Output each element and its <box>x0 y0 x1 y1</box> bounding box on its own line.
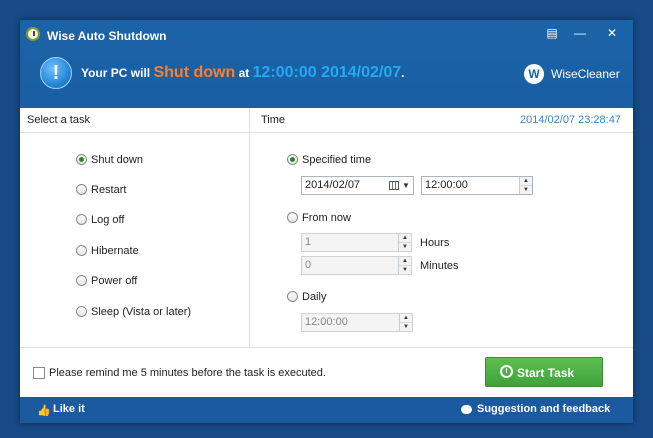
spin-up-icon[interactable]: ▲ <box>399 257 411 265</box>
remind-label[interactable]: Please remind me 5 minutes before the ta… <box>49 367 326 379</box>
radio-power-off[interactable] <box>76 275 87 286</box>
task-label-sleep[interactable]: Sleep (Vista or later) <box>91 306 191 318</box>
from-now-label[interactable]: From now <box>302 212 351 224</box>
hours-input[interactable]: 1 ▲ ▼ <box>301 233 412 252</box>
menu-button[interactable]: ▤ <box>538 23 566 43</box>
radio-sleep[interactable] <box>76 306 87 317</box>
minutes-input[interactable]: 0 ▲ ▼ <box>301 256 412 275</box>
minimize-icon: — <box>574 26 586 40</box>
spin-up-icon[interactable]: ▲ <box>399 234 411 242</box>
daily-time-stepper[interactable]: ▲ ▼ <box>399 314 412 331</box>
close-button[interactable]: ✕ <box>598 23 626 43</box>
task-label-power-off[interactable]: Power off <box>91 275 137 287</box>
section-header-row: Select a task Time 2014/02/07 23:28:47 <box>20 108 633 133</box>
status-suffix: . <box>401 66 405 80</box>
spin-down-icon[interactable]: ▼ <box>400 322 412 331</box>
thumbs-up-icon[interactable]: 👍 <box>37 404 51 417</box>
minimize-button[interactable]: — <box>566 23 594 43</box>
speech-bubble-icon[interactable] <box>461 405 472 414</box>
specified-time-stepper[interactable]: ▲ ▼ <box>519 177 532 194</box>
specified-time-input[interactable]: 12:00:00 ▲ ▼ <box>421 176 533 195</box>
hours-stepper[interactable]: ▲ ▼ <box>398 234 411 251</box>
radio-hibernate[interactable] <box>76 245 87 256</box>
radio-from-now[interactable] <box>287 212 298 223</box>
spin-down-icon[interactable]: ▼ <box>399 265 411 274</box>
task-label-shut-down[interactable]: Shut down <box>91 154 143 166</box>
minutes-unit: Minutes <box>420 260 459 272</box>
start-task-label: Start Task <box>517 366 575 380</box>
spin-up-icon[interactable]: ▲ <box>400 314 412 322</box>
radio-shut-down[interactable] <box>76 154 87 165</box>
task-label-hibernate[interactable]: Hibernate <box>91 245 139 257</box>
close-icon: ✕ <box>606 26 618 40</box>
daily-label[interactable]: Daily <box>302 291 326 303</box>
status-message: Your PC will Shut down at 12:00:00 2014/… <box>81 64 405 82</box>
radio-restart[interactable] <box>76 184 87 195</box>
status-at: at <box>238 66 250 80</box>
spin-down-icon[interactable]: ▼ <box>520 185 532 194</box>
spin-up-icon[interactable]: ▲ <box>520 177 532 185</box>
hours-unit: Hours <box>420 237 450 249</box>
daily-time-input[interactable]: 12:00:00 ▲ ▼ <box>301 313 413 332</box>
radio-daily[interactable] <box>287 291 298 302</box>
status-time: 12:00:00 2014/02/07 <box>252 64 402 81</box>
daily-time-value: 12:00:00 <box>305 316 348 328</box>
start-task-button[interactable]: Start Task <box>485 357 603 387</box>
column-divider <box>249 108 250 348</box>
alarm-clock-icon <box>26 27 40 41</box>
specified-time-value: 12:00:00 <box>425 179 468 191</box>
status-action: Shut down <box>153 64 236 81</box>
date-value: 2014/02/07 <box>305 179 361 191</box>
calendar-icon[interactable] <box>389 181 399 190</box>
minutes-stepper[interactable]: ▲ ▼ <box>398 257 411 274</box>
window-title: Wise Auto Shutdown <box>47 29 167 43</box>
specified-time-label[interactable]: Specified time <box>302 154 371 166</box>
chevron-down-icon[interactable]: ▼ <box>402 177 410 194</box>
like-it-link[interactable]: Like it <box>53 403 85 415</box>
menu-icon: ▤ <box>546 26 558 40</box>
date-picker[interactable]: 2014/02/07 ▼ <box>301 176 414 195</box>
select-task-heading: Select a task <box>27 114 90 126</box>
title-bar: Wise Auto Shutdown ▤ — ✕ ! Your PC will … <box>20 20 633 108</box>
remind-checkbox[interactable] <box>33 367 45 379</box>
wisecleaner-link[interactable]: WiseCleaner <box>551 67 620 81</box>
app-window: Wise Auto Shutdown ▤ — ✕ ! Your PC will … <box>20 20 633 423</box>
radio-specified-time[interactable] <box>287 154 298 165</box>
bottom-divider <box>20 347 633 348</box>
wisecleaner-logo-icon[interactable]: W <box>524 64 544 84</box>
task-label-restart[interactable]: Restart <box>91 184 126 196</box>
minutes-value: 0 <box>305 259 312 271</box>
radio-log-off[interactable] <box>76 214 87 225</box>
current-datetime: 2014/02/07 23:28:47 <box>520 114 621 126</box>
status-prefix: Your PC will <box>81 66 151 80</box>
time-heading: Time <box>261 114 286 126</box>
hours-value: 1 <box>305 236 312 248</box>
footer-bar: 👍 Like it Suggestion and feedback <box>20 397 633 423</box>
alarm-clock-icon <box>500 365 513 378</box>
spin-down-icon[interactable]: ▼ <box>399 242 411 251</box>
task-label-log-off[interactable]: Log off <box>91 214 124 226</box>
info-icon: ! <box>40 57 72 89</box>
feedback-link[interactable]: Suggestion and feedback <box>477 403 610 415</box>
